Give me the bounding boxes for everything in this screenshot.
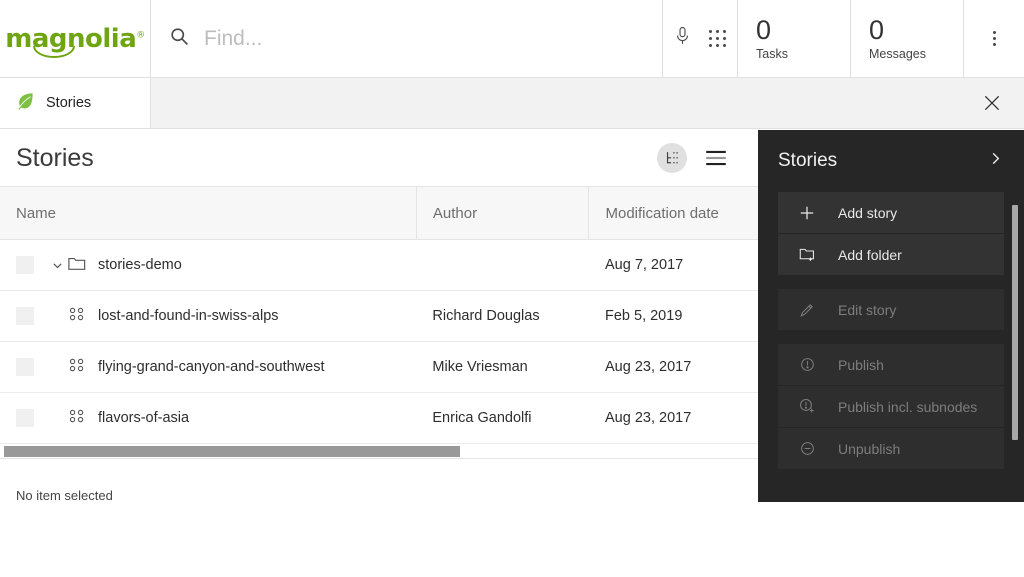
magnolia-admincentral: magnolia® — [0, 0, 1024, 577]
action-unpublish: Unpublish — [778, 428, 1004, 469]
cell-name[interactable]: stories-demo — [0, 240, 416, 291]
vertical-dots-icon — [993, 31, 996, 46]
selection-status-text: No item selected — [16, 488, 113, 503]
tab-bar: Stories — [0, 78, 1024, 129]
chevron-down-icon[interactable] — [52, 260, 63, 271]
search-icon — [169, 26, 190, 52]
row-checkbox[interactable] — [16, 409, 34, 427]
cell-author: Mike Vriesman — [416, 342, 589, 393]
unpublish-icon — [798, 440, 816, 458]
cell-name[interactable]: lost-and-found-in-swiss-alps — [0, 291, 416, 342]
view-toggle-group — [657, 143, 731, 173]
column-header-name[interactable]: Name — [0, 187, 416, 240]
action-panel-title: Stories — [778, 150, 837, 172]
action-publish: Publish — [778, 344, 1004, 385]
page-title: Stories — [16, 144, 94, 173]
publish-subnodes-icon — [798, 398, 816, 416]
action-panel-items: Add story Add folder — [758, 192, 1024, 469]
action-group-edit: Edit story — [778, 289, 1004, 330]
scrollbar-thumb[interactable] — [4, 446, 460, 457]
action-label: Edit story — [838, 302, 896, 318]
action-label: Publish — [838, 357, 884, 373]
tab-stories[interactable]: Stories — [0, 78, 151, 128]
logo[interactable]: magnolia® — [0, 0, 151, 77]
messages-count: 0 — [869, 16, 884, 44]
microphone-icon[interactable] — [674, 26, 691, 51]
action-add-folder[interactable]: Add folder — [778, 234, 1004, 275]
tasks-counter[interactable]: 0 Tasks — [738, 0, 851, 77]
row-name: flavors-of-asia — [98, 410, 189, 426]
folder-icon — [68, 256, 86, 275]
chevron-right-icon[interactable] — [989, 151, 1002, 171]
cell-name[interactable]: flavors-of-asia — [0, 393, 416, 444]
messages-label: Messages — [869, 47, 926, 61]
row-checkbox[interactable] — [16, 358, 34, 376]
action-publish-incl-subnodes: Publish incl. subnodes — [778, 386, 1004, 427]
action-group-create: Add story Add folder — [778, 192, 1004, 275]
logo-text: magnolia® — [5, 26, 145, 52]
top-bar: magnolia® — [0, 0, 1024, 78]
horizontal-scrollbar[interactable] — [0, 445, 759, 458]
cell-author: Enrica Gandolfi — [416, 393, 589, 444]
action-label: Add folder — [838, 247, 902, 263]
pencil-icon — [798, 301, 816, 319]
action-panel-scrollbar[interactable] — [1012, 205, 1018, 440]
row-checkbox[interactable] — [16, 256, 34, 274]
cell-date: Aug 23, 2017 — [589, 393, 764, 444]
tasks-label: Tasks — [756, 47, 788, 61]
column-header-author[interactable]: Author — [416, 187, 589, 240]
action-panel-header: Stories — [758, 130, 1024, 192]
action-label: Publish incl. subnodes — [838, 399, 977, 415]
tree-view-icon[interactable] — [657, 143, 687, 173]
messages-counter[interactable]: 0 Messages — [851, 0, 964, 77]
search-input[interactable] — [190, 27, 662, 51]
topbar-overflow-menu[interactable] — [964, 0, 1024, 77]
publish-icon — [798, 356, 816, 374]
leaf-icon — [16, 91, 35, 115]
cell-date: Feb 5, 2019 — [589, 291, 764, 342]
tab-label: Stories — [46, 95, 91, 111]
list-view-icon[interactable] — [701, 143, 731, 173]
action-label: Unpublish — [838, 441, 900, 457]
cell-date: Aug 23, 2017 — [589, 342, 764, 393]
row-name: lost-and-found-in-swiss-alps — [98, 308, 279, 324]
row-name: flying-grand-canyon-and-southwest — [98, 359, 325, 375]
action-add-story[interactable]: Add story — [778, 192, 1004, 233]
action-group-publish: Publish Publish incl. subnodes — [778, 344, 1004, 469]
topbar-icons — [663, 0, 738, 77]
cell-author: Richard Douglas — [416, 291, 589, 342]
action-panel: Stories Add story — [758, 130, 1024, 502]
apps-grid-icon[interactable] — [709, 30, 726, 47]
row-checkbox[interactable] — [16, 307, 34, 325]
cell-author — [416, 240, 589, 291]
folder-add-icon — [798, 246, 816, 264]
tasks-count: 0 — [756, 16, 771, 44]
close-icon[interactable] — [982, 93, 1002, 113]
row-name: stories-demo — [98, 257, 182, 273]
search-box[interactable] — [151, 0, 663, 77]
cell-date: Aug 7, 2017 — [589, 240, 764, 291]
story-icon — [68, 357, 86, 377]
story-icon — [68, 306, 86, 326]
logo-registered-mark: ® — [136, 30, 145, 40]
cell-name[interactable]: flying-grand-canyon-and-southwest — [0, 342, 416, 393]
plus-icon — [798, 204, 816, 222]
story-icon — [68, 408, 86, 428]
logo-swash-icon — [33, 46, 75, 58]
action-edit-story: Edit story — [778, 289, 1004, 330]
action-label: Add story — [838, 205, 897, 221]
tab-bar-empty-area — [151, 78, 1024, 128]
